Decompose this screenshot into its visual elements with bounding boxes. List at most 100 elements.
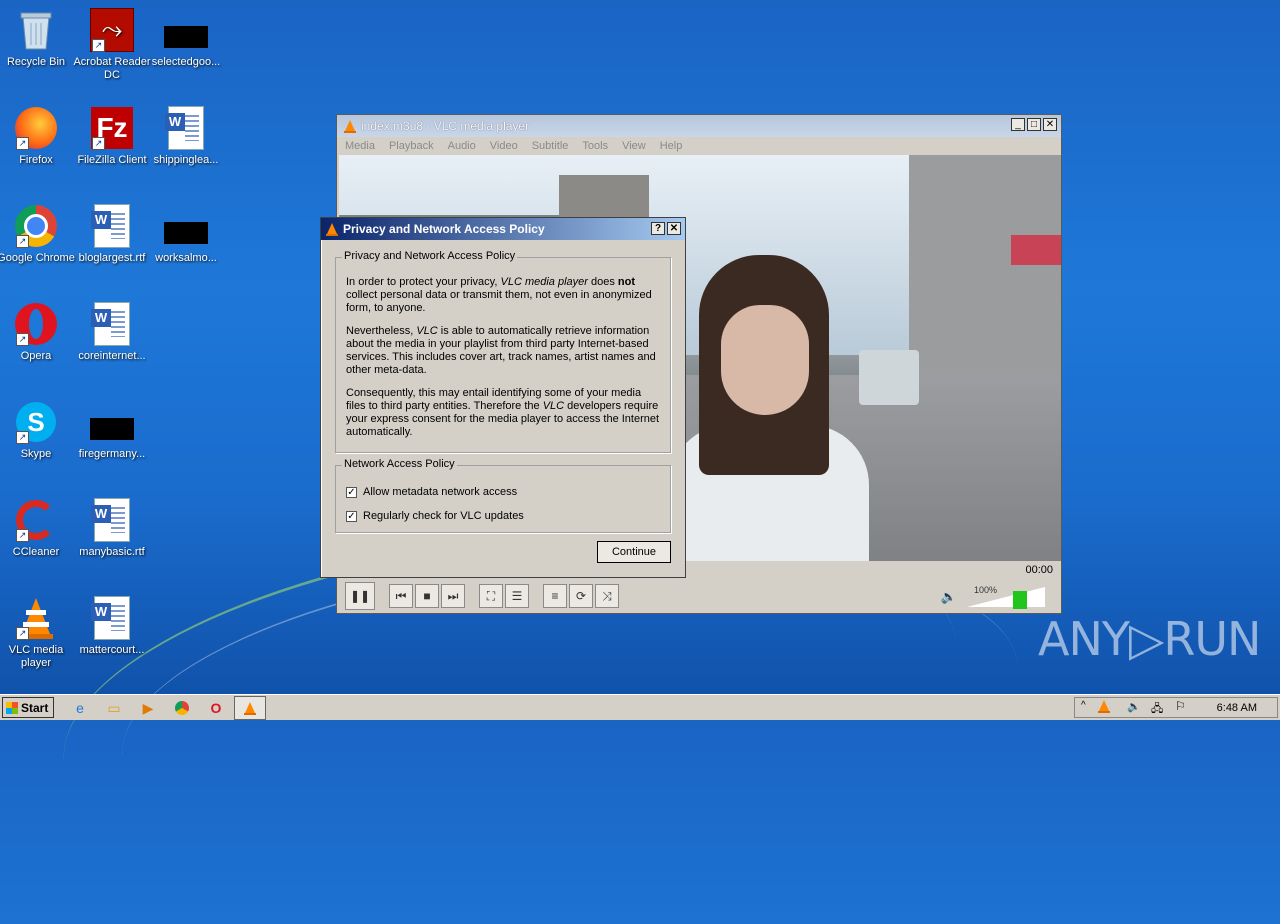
desktop-icon-coreinternet[interactable]: W coreinternet... [73,302,151,363]
menu-help[interactable]: Help [660,140,683,152]
blank-file-icon [164,8,208,52]
vlc-menubar: Media Playback Audio Video Subtitle Tool… [337,137,1061,155]
desktop-icon-vlc[interactable]: ↗ VLC media player [0,596,75,670]
desktop-icon-label: Recycle Bin [6,56,66,68]
file-explorer-icon[interactable]: ▭ [104,698,124,718]
word-doc-icon: W [90,596,134,640]
window-title: index.m3u8 - VLC media player [361,119,530,133]
volume-slider[interactable]: 100% [965,585,1045,609]
desktop-icon-label: Acrobat Reader DC [73,56,151,81]
desktop-icon-label: firegermany... [78,448,146,460]
extended-settings-button[interactable]: ☰ [505,584,529,608]
close-button[interactable]: ✕ [1043,118,1057,131]
group-title: Network Access Policy [342,458,457,470]
speaker-icon[interactable]: 🔈 [941,589,957,605]
desktop-icon-opera[interactable]: ↗ Opera [0,302,75,363]
maximize-button[interactable]: □ [1027,118,1041,131]
next-button[interactable]: ⏭ [441,584,465,608]
skype-icon: S ↗ [14,400,58,444]
windows-logo-icon [6,701,18,714]
vlc-icon [326,223,338,236]
desktop-icon-label: coreinternet... [78,350,146,362]
desktop-icon-label: VLC media player [8,644,64,669]
dialog-title: Privacy and Network Access Policy [343,222,545,236]
internet-explorer-icon[interactable]: e [70,698,90,718]
system-tray: ^ 🔈 🖧 ⚐ 6:48 AM [1074,697,1278,718]
start-button[interactable]: Start [2,697,54,718]
desktop-icon-bloglargest[interactable]: W bloglargest.rtf [73,204,151,265]
firefox-icon: ↗ [14,106,58,150]
word-doc-icon: W [90,204,134,248]
vlc-taskbar-button[interactable] [234,696,266,720]
word-doc-icon: W [90,498,134,542]
menu-audio[interactable]: Audio [448,140,476,152]
desktop-icon-filezilla[interactable]: Fz ↗ FileZilla Client [73,106,151,167]
ccleaner-icon: ↗ [14,498,58,542]
desktop-icon-label: Firefox [19,154,53,166]
desktop-icon-mattercourt[interactable]: W mattercourt... [73,596,151,657]
dialog-titlebar[interactable]: Privacy and Network Access Policy ? ✕ [321,218,685,240]
previous-button[interactable]: ⏮ [389,584,413,608]
desktop-icon-skype[interactable]: S ↗ Skype [0,400,75,461]
privacy-paragraph-1: In order to protect your privacy, VLC me… [346,276,652,314]
menu-tools[interactable]: Tools [582,140,608,152]
opera-icon[interactable]: O [206,698,226,718]
desktop-icon-recycle-bin[interactable]: Recycle Bin [0,8,75,69]
show-hidden-icons-icon[interactable]: ^ [1081,700,1086,711]
desktop-icon-shippinglea[interactable]: W shippinglea... [147,106,225,167]
desktop-icon-firegermany[interactable]: firegermany... [73,400,151,461]
loop-button[interactable]: ⟳ [569,584,593,608]
checkbox-checked[interactable]: ✓ [346,486,357,498]
pause-button[interactable]: ❚❚ [345,582,375,610]
chrome-icon[interactable] [172,698,192,718]
close-button[interactable]: ✕ [667,222,681,235]
recycle-bin-icon [14,8,58,52]
shuffle-button[interactable]: ⤨ [595,584,619,608]
playback-controls: ❚❚ ⏮ ■ ⏭ ⛶ ☰ ≡ ⟳ ⤨ 🔈 100% [339,581,1061,613]
update-check-checkbox[interactable]: ✓ Regularly check for VLC updates [346,510,524,522]
volume-icon[interactable]: 🔈 [1127,700,1141,713]
privacy-dialog: Privacy and Network Access Policy ? ✕ Pr… [320,217,686,578]
vlc-icon[interactable] [1097,699,1111,716]
desktop-icon-label: Google Chrome [0,252,75,264]
volume-label: 100% [973,585,997,595]
desktop-icon-label: Opera [20,350,52,362]
vlc-icon [344,120,356,133]
media-player-icon[interactable]: ▶ [138,698,158,718]
menu-subtitle[interactable]: Subtitle [532,140,569,152]
vlc-titlebar[interactable]: index.m3u8 - VLC media player _ □ ✕ [337,115,1061,137]
desktop-icon-label: mattercourt... [79,644,145,656]
desktop-icon-worksalmo[interactable]: worksalmo... [147,204,225,265]
menu-video[interactable]: Video [490,140,518,152]
desktop-icon-acrobat[interactable]: ⤳ ↗ Acrobat Reader DC [73,8,151,82]
fullscreen-button[interactable]: ⛶ [479,584,503,608]
menu-media[interactable]: Media [345,140,375,152]
word-doc-icon: W [164,106,208,150]
desktop-icon-chrome[interactable]: ↗ Google Chrome [0,204,75,265]
action-center-flag-icon[interactable]: ⚐ [1175,699,1186,713]
word-doc-icon: W [90,302,134,346]
clock[interactable]: 6:48 AM [1217,702,1257,714]
menu-view[interactable]: View [622,140,646,152]
checkbox-checked[interactable]: ✓ [346,510,357,522]
opera-icon: ↗ [14,302,58,346]
desktop-icon-label: Skype [20,448,52,460]
continue-button[interactable]: Continue [597,541,671,563]
desktop-icon-selectedgoo[interactable]: selectedgoo... [147,8,225,69]
stop-button[interactable]: ■ [415,584,439,608]
vlc-icon: ↗ [14,596,58,640]
metadata-access-checkbox[interactable]: ✓ Allow metadata network access [346,486,517,498]
desktop-icon-firefox[interactable]: ↗ Firefox [0,106,75,167]
desktop-icon-ccleaner[interactable]: ↗ CCleaner [0,498,75,559]
help-button[interactable]: ? [651,222,665,235]
desktop-icon-label: shippinglea... [153,154,219,166]
menu-playback[interactable]: Playback [389,140,434,152]
desktop-icon-label: manybasic.rtf [79,546,145,558]
playlist-button[interactable]: ≡ [543,584,567,608]
privacy-paragraph-3: Consequently, this may entail identifyin… [346,387,660,438]
network-icon[interactable]: 🖧 [1151,700,1163,719]
desktop-icon-manybasic[interactable]: W manybasic.rtf [73,498,151,559]
blank-file-icon [90,400,134,444]
filezilla-icon: Fz ↗ [90,106,134,150]
minimize-button[interactable]: _ [1011,118,1025,131]
